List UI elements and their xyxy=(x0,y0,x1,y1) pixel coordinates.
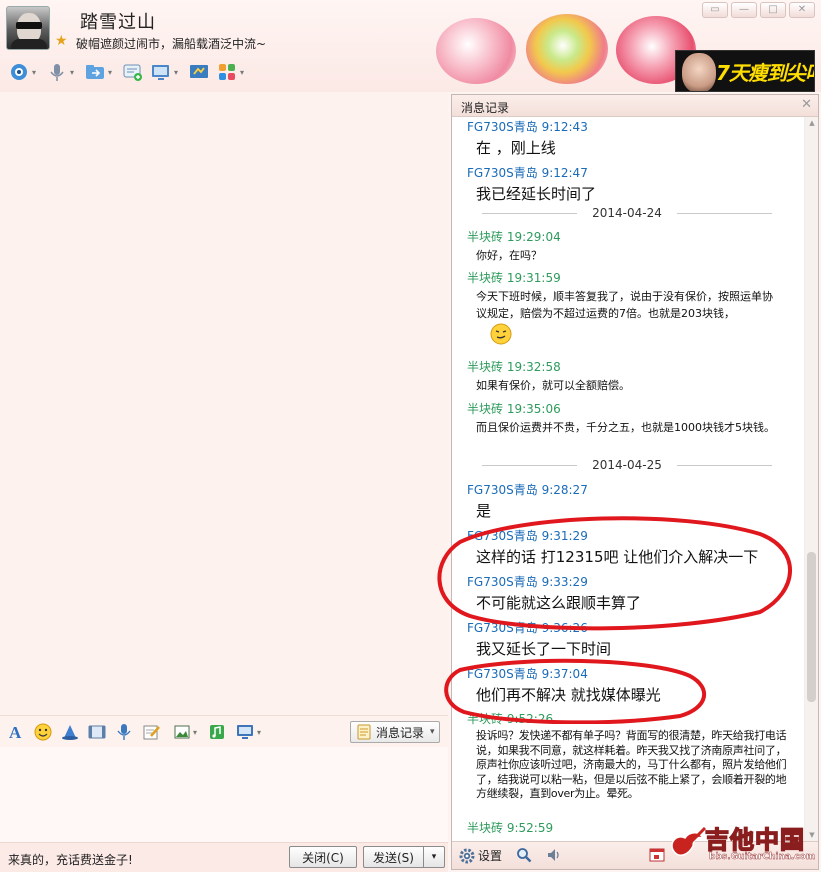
magic-expression-icon[interactable] xyxy=(87,723,107,741)
scrollbar-thumb[interactable] xyxy=(807,552,816,702)
send-options-button[interactable]: ▾ xyxy=(423,846,445,868)
voice-call-icon xyxy=(46,62,68,82)
screen-share-button[interactable] xyxy=(188,60,210,84)
message-input[interactable] xyxy=(0,747,448,842)
contact-signature: 破帽遮颜过闹市，漏船载酒泛中流~ xyxy=(76,37,267,51)
input-toolbar: A ▾ ▾ 消息记录 ▾ xyxy=(0,715,448,747)
apps-icon xyxy=(216,62,238,82)
svg-text:A: A xyxy=(9,723,22,741)
nudge-icon[interactable] xyxy=(60,723,80,741)
message-text: 他们再不解决 就找媒体曝光 xyxy=(476,686,661,704)
date-separator: 2014-04-24 xyxy=(467,206,787,220)
close-button[interactable]: 关闭(C) xyxy=(289,846,357,868)
history-message-list[interactable]: FG730S青岛 9:12:43 在 ，刚上线 FG730S青岛 9:12:47… xyxy=(452,117,804,841)
avatar[interactable] xyxy=(6,6,50,50)
file-transfer-icon xyxy=(84,62,106,82)
message-sender: FG730S青岛 9:31:29 xyxy=(467,529,588,543)
history-panel-title-bar: 消息记录 ✕ xyxy=(452,95,818,117)
star-icon: ★ xyxy=(55,33,68,49)
voice-message-icon[interactable] xyxy=(114,723,134,741)
remote-desktop-button[interactable]: ▾ xyxy=(150,60,182,84)
ad-banner[interactable]: 7天瘦到尖叫 xyxy=(675,50,815,92)
calendar-icon[interactable] xyxy=(649,847,665,863)
emoji-icon[interactable] xyxy=(33,723,53,741)
promo-link[interactable]: 来真的，充话费送金子! xyxy=(8,851,133,868)
bottom-bar: 来真的，充话费送金子! 关闭(C) 发送(S) ▾ xyxy=(0,842,448,872)
font-icon[interactable]: A xyxy=(6,723,26,741)
skin-button[interactable]: ▭ xyxy=(702,2,728,18)
maximize-button[interactable]: □ xyxy=(760,2,786,18)
message-text: 这样的话 打12315吧 让他们介入解决一下 xyxy=(476,548,759,566)
message-sender: FG730S青岛 9:37:04 xyxy=(467,667,588,681)
ad-model-image xyxy=(682,53,716,91)
screenshot-icon[interactable]: ▾ xyxy=(172,723,202,741)
message-text: 我已经延长时间了 xyxy=(476,185,597,203)
date-separator: 2014-04-25 xyxy=(467,458,787,472)
message-text: 我又延长了一下时间 xyxy=(476,640,612,658)
message-text: 是 xyxy=(476,502,492,520)
message-sender: FG730S青岛 9:12:47 xyxy=(467,166,588,180)
search-icon[interactable] xyxy=(516,847,532,863)
music-icon[interactable] xyxy=(207,723,227,741)
apps-button[interactable]: ▾ xyxy=(216,60,248,84)
remote-desktop-icon xyxy=(150,62,172,82)
message-sender: 半块砖 19:32:58 xyxy=(467,360,561,374)
message-sender: 半块砖 19:35:06 xyxy=(467,402,561,416)
screen-capture-icon[interactable]: ▾ xyxy=(235,723,265,741)
scribble-icon[interactable] xyxy=(141,723,161,741)
video-call-button[interactable]: ▾ xyxy=(8,60,40,84)
message-history-button[interactable]: 消息记录 ▾ xyxy=(350,721,440,743)
history-panel-footer: 设置 xyxy=(452,841,818,869)
message-history-label: 消息记录 xyxy=(376,725,425,740)
chat-window-header: 踏雪过山 ★ 破帽遮颜过闹市，漏船载酒泛中流~ ▭ — □ ✕ 7天瘦到尖叫 ▾… xyxy=(0,0,821,92)
close-icon[interactable]: ✕ xyxy=(801,97,812,112)
minimize-button[interactable]: — xyxy=(731,2,757,18)
candy-decoration xyxy=(526,14,608,84)
message-text: 而且保价运费并不贵，千分之五，也就是1000块钱才5块钱。 xyxy=(476,421,775,434)
candy-decoration xyxy=(436,18,516,84)
message-sender: 半块砖 19:29:04 xyxy=(467,230,561,244)
gear-icon xyxy=(459,848,475,864)
message-text: 不可能就这么跟顺丰算了 xyxy=(476,594,642,612)
speaker-icon[interactable] xyxy=(546,847,562,863)
message-text: 你好，在吗？ xyxy=(476,249,542,262)
message-text: 在 ，刚上线 xyxy=(476,139,556,157)
message-history-panel: 消息记录 ✕ FG730S青岛 9:12:43 在 ，刚上线 FG730S青岛 … xyxy=(451,94,819,870)
screen-share-icon xyxy=(188,62,210,82)
message-sender: FG730S青岛 9:28:27 xyxy=(467,483,588,497)
chat-toolbar: ▾ ▾ ▾ ▾ ▾ xyxy=(8,60,248,84)
message-text: 今天下班时候，顺丰答复我了，说由于没有保价，按照运单协议规定，赔偿为不超过运费的… xyxy=(476,290,773,320)
message-sender: 半块砖 9:52:59 xyxy=(467,821,554,835)
message-sender: 半块砖 9:52:26 xyxy=(467,712,554,726)
voice-call-button[interactable]: ▾ xyxy=(46,60,78,84)
message-sender: FG730S青岛 9:36:26 xyxy=(467,621,588,635)
scroll-down-icon[interactable]: ▼ xyxy=(807,831,817,839)
smirk-emoji-icon xyxy=(490,323,512,348)
file-transfer-button[interactable]: ▾ xyxy=(84,60,116,84)
message-text: 投诉吗？发快递不都有单子吗？背面写的很清楚，昨天给我打电话说，如果我不同意，就这… xyxy=(476,729,787,800)
sms-icon xyxy=(122,62,144,82)
video-call-icon xyxy=(8,62,30,82)
history-icon xyxy=(356,724,372,740)
history-panel-title: 消息记录 xyxy=(461,101,510,115)
close-window-button[interactable]: ✕ xyxy=(789,2,815,18)
scroll-up-icon[interactable]: ▲ xyxy=(807,119,817,127)
message-sender: FG730S青岛 9:33:29 xyxy=(467,575,588,589)
message-sender: 半块砖 19:31:59 xyxy=(467,271,561,285)
send-button[interactable]: 发送(S) xyxy=(363,846,423,868)
chat-message-area[interactable] xyxy=(0,92,448,715)
contact-nickname: 踏雪过山 xyxy=(80,12,156,33)
history-scrollbar[interactable]: ▲ ▼ xyxy=(804,117,818,841)
chevron-down-icon: ▾ xyxy=(430,727,435,737)
ad-banner-text: 7天瘦到尖叫 xyxy=(716,61,815,85)
sms-button[interactable] xyxy=(122,60,144,84)
history-settings-button[interactable]: 设置 xyxy=(459,847,502,864)
message-text: 如果有保价，就可以全额赔偿。 xyxy=(476,379,630,392)
history-settings-label: 设置 xyxy=(478,849,503,863)
message-sender: FG730S青岛 9:12:43 xyxy=(467,120,588,134)
